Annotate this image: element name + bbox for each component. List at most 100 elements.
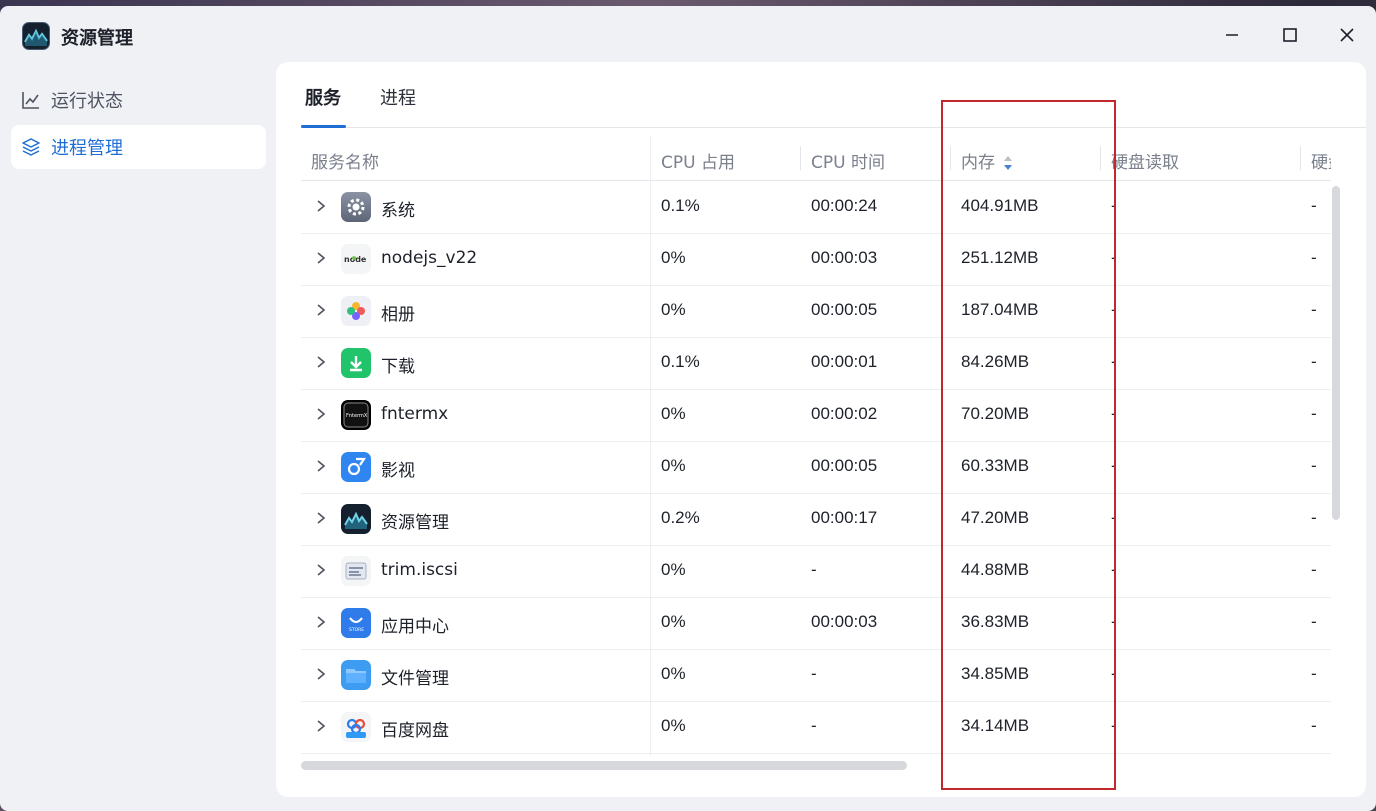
- chevron-right-icon[interactable]: [315, 355, 327, 369]
- disk-read: -: [1111, 196, 1117, 215]
- vertical-scrollbar[interactable]: [1332, 186, 1340, 520]
- service-name: 系统: [381, 201, 415, 221]
- cpu-usage: 0%: [661, 612, 686, 631]
- disk-write: -: [1311, 664, 1317, 683]
- cpu-usage: 0%: [661, 404, 686, 423]
- monitor-icon: [341, 504, 371, 534]
- disk-read: -: [1111, 404, 1117, 423]
- tab-processes[interactable]: 进程: [380, 84, 416, 110]
- service-name: nodejs_v22: [381, 248, 478, 268]
- app-title: 资源管理: [61, 28, 133, 49]
- disk-read: -: [1111, 248, 1117, 267]
- service-name: 相册: [381, 305, 415, 325]
- chevron-right-icon[interactable]: [315, 199, 327, 213]
- disk-read: -: [1111, 716, 1117, 735]
- memory-usage: 36.83MB: [961, 612, 1030, 631]
- close-icon: [1340, 28, 1354, 42]
- table-row[interactable]: 相册 0% 00:00:05 187.04MB - -: [301, 286, 1331, 338]
- sidebar-item-status[interactable]: 运行状态: [11, 78, 266, 122]
- tab-services[interactable]: 服务: [305, 84, 341, 110]
- column-header-cpu-usage[interactable]: CPU 占用: [661, 148, 735, 173]
- chevron-right-icon[interactable]: [315, 563, 327, 577]
- cpu-time: 00:00:05: [811, 456, 878, 475]
- table-row[interactable]: trim.iscsi 0% - 44.88MB - -: [301, 546, 1331, 598]
- disk-write: -: [1311, 404, 1317, 423]
- table-row[interactable]: STORE 应用中心 0% 00:00:03 36.83MB - -: [301, 598, 1331, 650]
- disk-read: -: [1111, 352, 1117, 371]
- node-icon: node: [341, 244, 371, 274]
- main-content: 服务 进程 服务名称 CPU 占用 CPU 时间 内存 硬盘读取 硬 系统 0.…: [276, 62, 1366, 797]
- table-row[interactable]: 影视 0% 00:00:05 60.33MB - -: [301, 442, 1331, 494]
- memory-usage: 70.20MB: [961, 404, 1030, 423]
- chevron-right-icon[interactable]: [315, 615, 327, 629]
- cpu-time: -: [811, 716, 817, 735]
- disk-write: -: [1311, 300, 1317, 319]
- sidebar-item-label: 运行状态: [51, 91, 123, 112]
- memory-usage: 251.12MB: [961, 248, 1039, 267]
- table-row[interactable]: 文件管理 0% - 34.85MB - -: [301, 650, 1331, 702]
- chevron-right-icon[interactable]: [315, 251, 327, 265]
- table-row[interactable]: 资源管理 0.2% 00:00:17 47.20MB - -: [301, 494, 1331, 546]
- service-name: 文件管理: [381, 669, 449, 689]
- sort-icon: [1004, 156, 1013, 170]
- disk-read: -: [1111, 456, 1117, 475]
- cpu-usage: 0.1%: [661, 352, 700, 371]
- disk-write: -: [1311, 612, 1317, 631]
- disk-write: -: [1311, 248, 1317, 267]
- memory-usage: 404.91MB: [961, 196, 1039, 215]
- chevron-right-icon[interactable]: [315, 407, 327, 421]
- column-header-disk-read[interactable]: 硬盘读取: [1111, 148, 1179, 173]
- memory-usage: 34.85MB: [961, 664, 1030, 683]
- line-chart-icon: [22, 91, 40, 109]
- column-header-name[interactable]: 服务名称: [311, 148, 379, 173]
- disk-write: -: [1311, 456, 1317, 475]
- table-row[interactable]: 下载 0.1% 00:00:01 84.26MB - -: [301, 338, 1331, 390]
- memory-usage: 44.88MB: [961, 560, 1030, 579]
- download-icon: [341, 348, 371, 378]
- cpu-usage: 0%: [661, 248, 686, 267]
- services-table: 服务名称 CPU 占用 CPU 时间 内存 硬盘读取 硬盘: [301, 136, 1331, 764]
- cpu-time: 00:00:17: [811, 508, 878, 527]
- disk-write: -: [1311, 716, 1317, 735]
- cpu-time: -: [811, 664, 817, 683]
- chevron-right-icon[interactable]: [315, 667, 327, 681]
- service-name: 下载: [381, 357, 415, 377]
- sidebar-item-process-manager[interactable]: 进程管理: [11, 125, 266, 169]
- title-bar: 资源管理: [0, 6, 1376, 62]
- close-button[interactable]: [1327, 20, 1367, 50]
- disk-write: -: [1311, 508, 1317, 527]
- memory-usage: 187.04MB: [961, 300, 1039, 319]
- memory-usage: 47.20MB: [961, 508, 1030, 527]
- cpu-usage: 0%: [661, 560, 686, 579]
- column-header-disk-write[interactable]: 硬盘: [1311, 148, 1331, 173]
- svg-text:STORE: STORE: [349, 627, 364, 633]
- chevron-right-icon[interactable]: [315, 511, 327, 525]
- table-row[interactable]: node nodejs_v22 0% 00:00:03 251.12MB - -: [301, 234, 1331, 286]
- cpu-time: 00:00:01: [811, 352, 878, 371]
- service-name: fntermx: [381, 404, 449, 424]
- table-row[interactable]: FntermX fntermx 0% 00:00:02 70.20MB - -: [301, 390, 1331, 442]
- chevron-right-icon[interactable]: [315, 303, 327, 317]
- table-row[interactable]: 系统 0.1% 00:00:24 404.91MB - -: [301, 182, 1331, 234]
- service-name: trim.iscsi: [381, 560, 458, 580]
- service-name: 资源管理: [381, 513, 449, 533]
- chevron-right-icon[interactable]: [315, 719, 327, 733]
- video-icon: [341, 452, 371, 482]
- disk-read: -: [1111, 664, 1117, 683]
- table-row[interactable]: 百度网盘 0% - 34.14MB - -: [301, 702, 1331, 754]
- minimize-button[interactable]: [1212, 20, 1252, 50]
- layers-icon: [22, 138, 40, 156]
- maximize-button[interactable]: [1270, 20, 1310, 50]
- chevron-right-icon[interactable]: [315, 459, 327, 473]
- column-header-cpu-time[interactable]: CPU 时间: [811, 148, 885, 173]
- column-header-memory-label: 内存: [961, 153, 995, 173]
- resource-manager-window: 资源管理 运行状态 进程管理 服务 进程 服务名称 CPU 占用 CPU 时间 …: [0, 6, 1376, 811]
- svg-text:node: node: [344, 255, 367, 264]
- cpu-time: 00:00:03: [811, 248, 878, 267]
- cpu-time: 00:00:02: [811, 404, 878, 423]
- cpu-time: -: [811, 560, 817, 579]
- folder-icon: [341, 660, 371, 690]
- column-header-memory[interactable]: 内存: [961, 148, 1013, 173]
- cpu-usage: 0%: [661, 456, 686, 475]
- horizontal-scrollbar[interactable]: [301, 761, 907, 770]
